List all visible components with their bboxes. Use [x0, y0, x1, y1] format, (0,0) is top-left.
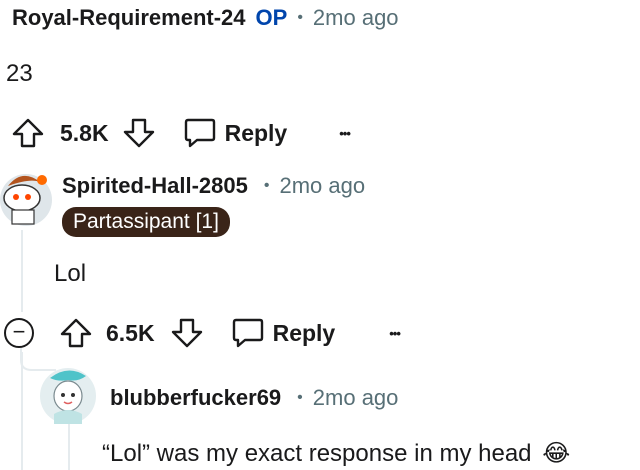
comment-bubble-icon — [231, 317, 265, 349]
thread-line-level1 — [21, 230, 23, 312]
upvote-icon[interactable] — [58, 316, 94, 350]
timestamp[interactable]: 2mo ago — [313, 5, 399, 31]
separator-dot: • — [263, 177, 270, 194]
user-flair: Partassipant [1] — [62, 207, 230, 237]
comment-reply2-header: blubberfucker69 • 2mo ago — [110, 385, 398, 411]
vote-score: 5.8K — [60, 119, 109, 146]
downvote-icon[interactable] — [169, 316, 205, 350]
collapse-thread-button[interactable]: − — [4, 318, 34, 348]
comment-bubble-icon — [183, 117, 217, 149]
comment-op-header: Royal-Requirement-24 OP • 2mo ago — [12, 5, 399, 31]
avatar[interactable] — [0, 160, 52, 226]
comment-text: “Lol” was my exact response in my head — [102, 440, 532, 467]
comment-op-actions: 5.8K Reply ••• — [10, 116, 351, 150]
reply-label: Reply — [224, 119, 288, 146]
avatar[interactable] — [36, 362, 100, 426]
more-options-button[interactable]: ••• — [389, 326, 401, 341]
more-options-button[interactable]: ••• — [339, 126, 351, 141]
upvote-icon[interactable] — [10, 116, 46, 150]
reply-button[interactable]: Reply — [183, 117, 288, 149]
comment-body: 23 — [6, 60, 33, 87]
username[interactable]: blubberfucker69 — [110, 385, 281, 411]
separator-dot: • — [297, 389, 303, 406]
timestamp[interactable]: 2mo ago — [313, 385, 399, 411]
thread-line-level2 — [68, 420, 70, 470]
comment-reply1-header: Spirited-Hall-2805 • 2mo ago — [62, 173, 365, 199]
username[interactable]: Spirited-Hall-2805 — [62, 173, 248, 199]
comment-body: “Lol” was my exact response in my head 😂 — [102, 439, 570, 468]
username[interactable]: Royal-Requirement-24 — [12, 5, 246, 31]
vote-score: 6.5K — [106, 319, 155, 346]
op-badge: OP — [255, 5, 288, 30]
comment-reply1-actions: − 6.5K Reply ••• — [4, 316, 401, 350]
tears-of-joy-emoji: 😂 — [542, 440, 571, 467]
reply-button[interactable]: Reply — [231, 317, 336, 349]
comment-body: Lol — [54, 260, 87, 287]
timestamp[interactable]: 2mo ago — [279, 173, 365, 199]
separator-dot: • — [297, 9, 303, 26]
reply-label: Reply — [272, 319, 336, 346]
downvote-icon[interactable] — [121, 116, 157, 150]
collapse-icon: − — [12, 319, 26, 344]
